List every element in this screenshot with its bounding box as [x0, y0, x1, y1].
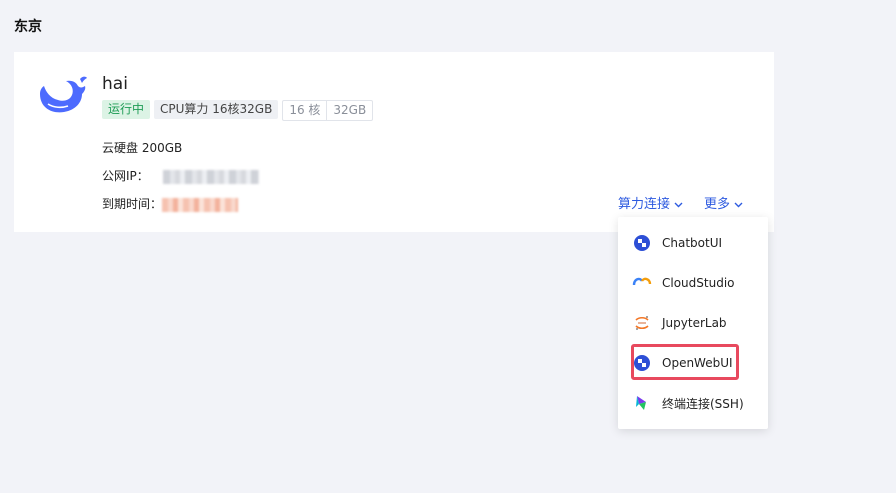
ip-label: 公网IP： — [102, 169, 149, 183]
ip-value-redacted — [162, 169, 259, 184]
menu-item-label: CloudStudio — [662, 276, 735, 290]
connect-dropdown-menu: ChatbotUI CloudStudio JupyterLab OpenWeb… — [618, 217, 768, 429]
menu-item-openwebui[interactable]: OpenWebUI — [632, 349, 733, 377]
menu-item-ssh[interactable]: 终端连接(SSH) — [632, 389, 744, 417]
expire-label: 到期时间： — [102, 197, 163, 211]
menu-item-label: OpenWebUI — [662, 356, 733, 370]
more-label: 更多 — [704, 197, 731, 212]
status-badge: 运行中 — [102, 100, 151, 119]
region-title: 东京 — [14, 19, 42, 35]
deepseek-whale-icon — [36, 74, 88, 118]
chatbotui-icon — [632, 233, 652, 253]
menu-item-cloudstudio[interactable]: CloudStudio — [632, 269, 735, 297]
instance-name: hai — [102, 74, 128, 94]
jupyter-icon — [632, 313, 652, 333]
menu-item-label: ChatbotUI — [662, 236, 723, 250]
instance-card: hai 运行中 CPU算力 16核32GB 16 核 32GB 云硬盘 200G… — [14, 52, 774, 232]
chevron-down-icon — [734, 202, 743, 208]
openwebui-icon — [632, 353, 652, 373]
spec-badge: CPU算力 16核32GB — [154, 100, 279, 119]
instance-tags: 运行中 CPU算力 16核32GB 16 核 32GB — [102, 100, 374, 121]
expire-row: 到期时间： — [102, 195, 239, 212]
expire-value-redacted — [162, 197, 239, 212]
more-dropdown-button[interactable]: 更多 — [704, 193, 744, 212]
cores-badge: 16 核 — [289, 103, 321, 117]
cloudstudio-icon — [632, 273, 652, 293]
terminal-icon — [632, 393, 652, 413]
disk-info: 云硬盘 200GB — [102, 141, 183, 155]
memory-badge: 32GB — [326, 101, 372, 120]
menu-item-chatbotui[interactable]: ChatbotUI — [632, 229, 722, 257]
connect-label: 算力连接 — [618, 197, 671, 212]
menu-item-jupyterlab[interactable]: JupyterLab — [632, 309, 727, 337]
chevron-down-icon — [674, 202, 683, 208]
connect-dropdown-button[interactable]: 算力连接 — [618, 193, 684, 212]
menu-item-label: JupyterLab — [662, 316, 727, 330]
ip-row: 公网IP： — [102, 167, 259, 184]
resource-badges: 16 核 32GB — [282, 100, 374, 121]
menu-item-label: 终端连接(SSH) — [662, 396, 744, 411]
